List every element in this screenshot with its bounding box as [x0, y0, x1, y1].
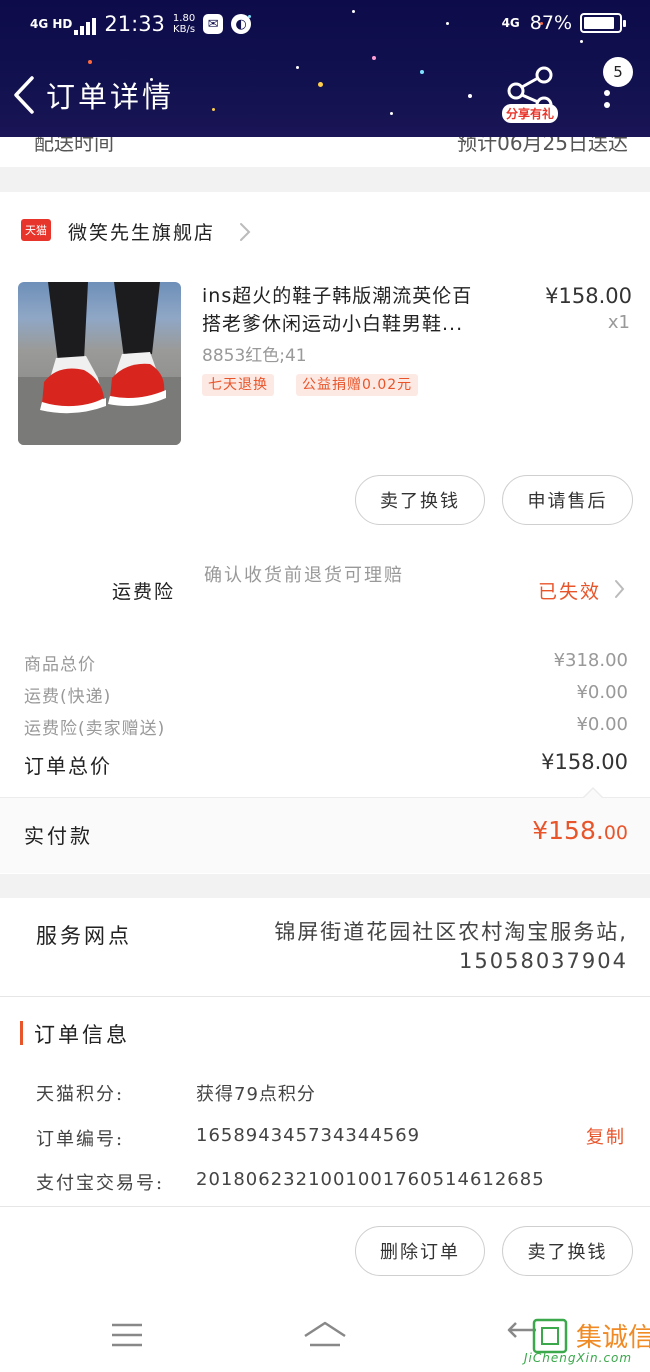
delivery-time-value: 预计06月25日送达	[457, 137, 628, 155]
home-icon[interactable]	[302, 1320, 348, 1348]
return-policy-tag: 七天退换	[202, 374, 274, 396]
section-gap	[0, 167, 650, 192]
divider	[0, 1206, 650, 1207]
actual-payment-cents: 00	[603, 822, 628, 844]
chevron-right-icon	[240, 223, 251, 241]
sell-for-cash-button[interactable]: 卖了换钱	[502, 1226, 633, 1276]
product-title-line: ins超火的鞋子韩版潮流英伦百	[202, 285, 473, 307]
star-decoration	[212, 108, 215, 111]
fee-label: 商品总价	[24, 655, 96, 675]
watermark-chars: 集诚信	[576, 1323, 650, 1353]
fee-row: 运费(快递) ¥0.00	[0, 678, 650, 710]
product-image[interactable]	[18, 282, 181, 445]
service-point-name: 锦屏街道花园社区农村淘宝服务站,	[274, 920, 628, 944]
info-key: 支付宝交易号:	[36, 1173, 165, 1194]
actual-payment-main: ¥158.	[532, 816, 604, 845]
fee-label: 运费险(卖家赠送)	[24, 719, 166, 739]
delivery-time-label: 配送时间	[34, 137, 114, 155]
delivery-time-row: 配送时间 预计06月25日送达	[0, 137, 650, 167]
battery-percent: 87%	[529, 12, 572, 34]
insurance-description: 确认收货前退货可理赔	[204, 565, 404, 586]
network-indicator: 4G HD	[30, 17, 73, 31]
star-decoration	[390, 112, 393, 115]
tmall-badge: 天猫	[21, 219, 51, 241]
service-point-address: 锦屏街道花园社区农村淘宝服务站, 15058037904	[208, 918, 628, 976]
chevron-right-icon	[615, 580, 625, 598]
network-indicator-right: 4G	[501, 16, 520, 30]
app-header: 4G HD 21:33 1.80 KB/s ✉ ◐ 4G 87% 订单详情 分享有…	[0, 0, 650, 137]
shoe-photo	[18, 282, 181, 445]
actual-payment-value: ¥158.00	[532, 816, 628, 845]
info-key: 天猫积分:	[36, 1084, 125, 1105]
order-info-row: 天猫积分: 获得79点积分	[0, 1078, 650, 1110]
fee-value: ¥0.00	[576, 682, 628, 703]
paid-box-notch-inner	[583, 789, 603, 799]
charity-tag: 公益捐赠0.02元	[296, 374, 419, 396]
share-reward-label[interactable]: 分享有礼	[502, 104, 559, 123]
status-bar: 4G HD 21:33 1.80 KB/s ✉ ◐ 4G 87%	[0, 0, 650, 52]
product-sku: 8853红色;41	[202, 346, 307, 366]
order-total-label: 订单总价	[24, 754, 112, 778]
net-speed: 1.80 KB/s	[173, 13, 195, 35]
notification-app-icon: ✉	[203, 14, 224, 34]
info-value: 获得79点积分	[196, 1084, 316, 1105]
fee-label: 运费(快递)	[24, 687, 112, 707]
watermark-url: JiChengXin.com	[524, 1351, 633, 1365]
section-accent-bar	[20, 1021, 23, 1045]
star-decoration	[372, 56, 376, 60]
section-gap	[0, 874, 650, 898]
battery-icon	[580, 13, 626, 33]
clock: 21:33	[104, 12, 165, 36]
insurance-label: 运费险	[112, 581, 176, 603]
product-price: ¥158.00	[545, 284, 632, 308]
star-decoration	[318, 82, 323, 87]
order-info-row: 支付宝交易号: 2018062321001001760514612685	[0, 1167, 650, 1199]
fee-row: 运费险(卖家赠送) ¥0.00	[0, 710, 650, 742]
order-total-row: 订单总价 ¥158.00	[0, 746, 650, 782]
product-title[interactable]: ins超火的鞋子韩版潮流英伦百 搭老爹休闲运动小白鞋男鞋...	[202, 282, 520, 338]
browser-app-icon: ◐	[231, 14, 252, 34]
divider	[0, 996, 650, 997]
order-info-row: 订单编号: 1658943457343445​69	[0, 1123, 650, 1155]
sell-for-cash-button[interactable]: 卖了换钱	[355, 475, 485, 525]
shop-row[interactable]: 天猫 微笑先生旗舰店	[0, 195, 650, 267]
star-decoration	[468, 94, 472, 98]
product-quantity: x1	[607, 312, 630, 333]
star-decoration	[296, 66, 299, 69]
page-title: 订单详情	[46, 80, 175, 114]
copy-order-number-button[interactable]: 复制	[586, 1123, 626, 1149]
info-key: 订单编号:	[36, 1129, 125, 1150]
signal-icon	[74, 17, 97, 35]
info-value[interactable]: 2018062321001001760514612685	[196, 1169, 545, 1190]
fee-row: 商品总价 ¥318.00	[0, 646, 650, 678]
service-point-label: 服务网点	[36, 924, 132, 948]
fee-value: ¥318.00	[553, 650, 628, 671]
actual-payment-label: 实付款	[24, 824, 93, 848]
product-item[interactable]: ins超火的鞋子韩版潮流英伦百 搭老爹休闲运动小白鞋男鞋... ¥158.00 …	[0, 270, 650, 460]
net-speed-unit: KB/s	[173, 24, 196, 35]
insurance-status: 已失效	[538, 581, 602, 603]
star-decoration	[420, 70, 424, 74]
menu-icon[interactable]	[110, 1322, 144, 1348]
back-arrow-icon[interactable]	[8, 74, 42, 116]
product-title-line: 搭老爹休闲运动小白鞋男鞋...	[202, 313, 464, 335]
fee-value: ¥0.00	[576, 714, 628, 735]
message-count-badge[interactable]: 5	[603, 57, 633, 87]
shop-name: 微笑先生旗舰店	[68, 222, 216, 244]
delete-order-button[interactable]: 删除订单	[355, 1226, 485, 1276]
order-info-title: 订单信息	[34, 1023, 130, 1047]
order-total-value: ¥158.00	[541, 750, 628, 774]
after-sale-button[interactable]: 申请售后	[502, 475, 633, 525]
star-decoration	[88, 60, 92, 64]
more-menu-icon[interactable]	[604, 90, 610, 114]
net-speed-value: 1.80	[172, 13, 196, 24]
info-value[interactable]: 1658943457343445​69	[196, 1125, 420, 1146]
service-point-phone[interactable]: 15058037904	[208, 947, 628, 976]
